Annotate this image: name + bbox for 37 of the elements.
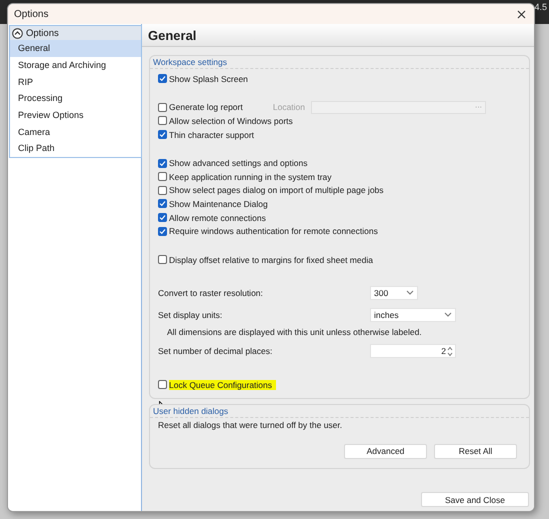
tree-item[interactable]: Processing [10,90,141,107]
tree-item[interactable]: Storage and Archiving [10,56,141,74]
checkbox-label: Show Maintenance Dialog [169,198,269,209]
dialog-button[interactable]: Reset All [434,444,517,459]
checkbox-label: Allow selection of Windows ports [169,116,294,126]
tree-item[interactable]: Camera [10,123,141,140]
window-title: Options [14,8,48,20]
tree-item[interactable]: RIP [10,73,141,90]
description-text: Reset all dialogs that were turned off by the user. [157,418,344,432]
tree-root[interactable]: Options [10,26,141,40]
checkbox-label: Display offset relative to margins for fixed sheet media [169,254,374,265]
hint-text: All dimensions are displayed with this unit unless otherwise labeled. [166,327,422,338]
setting-label: Set display units: [158,310,224,320]
group-title: Workspace settings [150,56,529,69]
dialog-button[interactable]: Advanced [344,444,427,459]
tree-item[interactable]: Clip Path [10,140,141,157]
background-label: 4.5 [534,2,547,12]
checkbox-label: Thin character support [169,130,256,140]
checkbox-label: Allow remote connections [169,212,267,223]
checkbox-label: Show Splash Screen [169,74,249,84]
checkbox-label: Generate log report [169,102,244,112]
tree-item[interactable]: General [10,40,141,57]
checkbox-label: Show select pages dialog on import of multiple page jobs [169,185,385,196]
location-label: Location [272,102,305,112]
checkbox-label: Lock Queue Configurations [169,380,276,390]
checkbox-label: Show advanced settings and options [169,158,308,168]
setting-label: Set number of decimal places: [158,346,274,356]
dropdown[interactable]: 300 [370,286,418,300]
checkbox-label: Require windows authentication for remote connections [169,226,379,236]
setting-label: Convert to raster resolution: [158,288,264,298]
group-title: User hidden dialogs [150,404,529,418]
tree-item[interactable]: Preview Options [10,106,141,124]
number-field[interactable]: 2 [370,344,456,358]
dropdown[interactable]: inches [370,308,456,322]
page-title: General [142,24,534,47]
checkbox-label: Keep application running in the system tray [169,172,333,182]
save-button[interactable]: Save and Close [421,492,529,507]
